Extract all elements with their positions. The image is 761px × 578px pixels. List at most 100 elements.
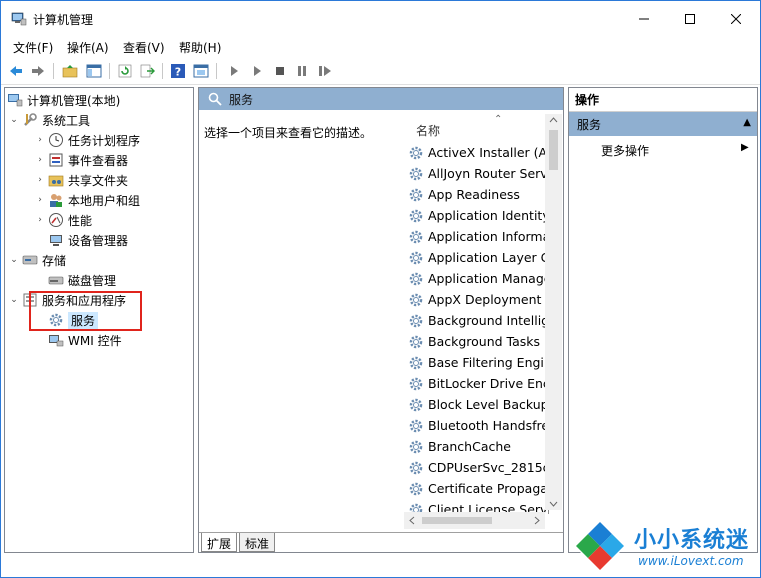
chevron-down-icon[interactable]: ⌄	[9, 295, 19, 305]
tree-item-task-scheduler[interactable]: › 任务计划程序	[35, 131, 140, 149]
console-tree-icon	[86, 64, 102, 78]
folder-up-icon	[62, 65, 78, 78]
gear-icon	[409, 398, 423, 411]
service-name: Application Information	[428, 229, 549, 244]
column-header-name[interactable]: 名称	[416, 122, 440, 139]
title-bar: 计算机管理	[1, 1, 760, 37]
back-button[interactable]	[7, 62, 25, 80]
service-name: Block Level Backup Engine Service	[428, 397, 549, 412]
service-row[interactable]: Base Filtering Engine	[408, 352, 549, 373]
forward-button[interactable]	[29, 62, 47, 80]
chevron-down-icon[interactable]: ⌄	[9, 255, 19, 265]
tab-extended[interactable]: 扩展	[201, 533, 238, 552]
tree-item-shared-folders[interactable]: › 共享文件夹	[35, 171, 128, 189]
horizontal-scrollbar[interactable]	[404, 512, 545, 529]
service-name: AllJoyn Router Service	[428, 166, 549, 181]
service-row[interactable]: Application Management	[408, 268, 549, 289]
scroll-thumb[interactable]	[549, 130, 558, 170]
chevron-right-icon[interactable]: ›	[35, 175, 45, 185]
scroll-thumb[interactable]	[422, 517, 492, 524]
menu-file[interactable]: 文件(F)	[13, 39, 53, 56]
shared-folder-icon	[48, 175, 64, 187]
service-row[interactable]: Background Intelligent Transfer Service	[408, 310, 549, 331]
service-row[interactable]: BitLocker Drive Encryption Service	[408, 373, 549, 394]
menu-help[interactable]: 帮助(H)	[179, 39, 221, 56]
export-list-button[interactable]	[138, 62, 156, 80]
stop-icon	[276, 67, 284, 75]
start-service-button[interactable]	[225, 62, 243, 80]
scroll-right-icon[interactable]	[531, 512, 543, 529]
pause-service-button[interactable]	[293, 62, 311, 80]
service-name: App Readiness	[428, 187, 520, 202]
play-icon	[254, 66, 261, 76]
tree-root[interactable]: 计算机管理(本地)	[7, 91, 120, 109]
chevron-right-icon[interactable]: ›	[35, 215, 45, 225]
gear-icon	[409, 377, 423, 390]
tab-standard[interactable]: 标准	[239, 533, 276, 552]
service-row[interactable]: Block Level Backup Engine Service	[408, 394, 549, 415]
service-row[interactable]: AppX Deployment Service (AppXSVC)	[408, 289, 549, 310]
show-hide-tree-button[interactable]	[85, 62, 103, 80]
pane-header: 服务	[199, 88, 563, 110]
tree-item-local-users[interactable]: › 本地用户和组	[35, 191, 140, 209]
chevron-right-icon[interactable]: ›	[35, 195, 45, 205]
actions-section-services[interactable]: 服务 ▲	[569, 112, 757, 136]
menu-action[interactable]: 操作(A)	[67, 39, 109, 56]
service-name: Bluetooth Handsfree Service	[428, 418, 549, 433]
service-row[interactable]: AllJoyn Router Service	[408, 163, 549, 184]
more-actions-item[interactable]: 更多操作	[601, 142, 649, 159]
submenu-arrow-icon[interactable]: ▶	[741, 142, 749, 153]
tree-item-performance[interactable]: › 性能	[35, 211, 92, 229]
service-row[interactable]: CDPUserSvc_2815c	[408, 457, 549, 478]
tree-item-device-manager[interactable]: 设备管理器	[48, 231, 128, 249]
vertical-scrollbar[interactable]	[545, 114, 562, 510]
scroll-down-icon[interactable]	[545, 498, 562, 510]
properties-button[interactable]	[192, 62, 210, 80]
service-row[interactable]: Application Identity	[408, 205, 549, 226]
refresh-icon	[118, 64, 132, 78]
services-pane: 服务 选择一个项目来查看它的描述。 ⌃ 名称 ActiveX Installer…	[198, 87, 564, 553]
clock-icon	[49, 133, 63, 147]
service-name: Background Intelligent Transfer Service	[428, 313, 549, 328]
tree-item-label: 共享文件夹	[68, 173, 129, 188]
service-row[interactable]: App Readiness	[408, 184, 549, 205]
menu-view[interactable]: 查看(V)	[123, 39, 165, 56]
service-row[interactable]: BranchCache	[408, 436, 549, 457]
service-row[interactable]: Application Layer Gateway Service	[408, 247, 549, 268]
console-tree: 计算机管理(本地) ⌄ 系统工具 › 任务计划程序 › 事件查看器 › 共享文件…	[4, 87, 194, 553]
service-row[interactable]: Background Tasks Infrastructure Service	[408, 331, 549, 352]
close-button[interactable]	[713, 1, 759, 37]
tree-item-disk-management[interactable]: 磁盘管理	[48, 271, 116, 289]
restart-service-button[interactable]	[316, 62, 334, 80]
tree-item-storage[interactable]: ⌄ 存储	[9, 251, 66, 269]
service-row[interactable]: Certificate Propagation	[408, 478, 549, 499]
computer-management-icon	[8, 94, 23, 107]
stop-service-button[interactable]	[271, 62, 289, 80]
service-name: Background Tasks Infrastructure Service	[428, 334, 549, 349]
restart-icon	[319, 66, 331, 76]
gear-icon	[409, 167, 423, 180]
gear-icon	[409, 419, 423, 432]
minimize-button[interactable]	[621, 1, 667, 37]
scroll-up-icon[interactable]	[545, 114, 562, 126]
collapse-up-icon[interactable]: ▲	[743, 117, 751, 128]
tree-item-system-tools[interactable]: ⌄ 系统工具	[9, 111, 90, 129]
tree-item-label: 任务计划程序	[68, 133, 141, 148]
chevron-right-icon[interactable]: ›	[35, 155, 45, 165]
scroll-left-icon[interactable]	[406, 512, 418, 529]
start-service-alt-button[interactable]	[248, 62, 266, 80]
service-row[interactable]: Application Information	[408, 226, 549, 247]
play-icon	[231, 66, 238, 76]
tree-item-event-viewer[interactable]: › 事件查看器	[35, 151, 128, 169]
service-row[interactable]: ActiveX Installer (AxInstSV)	[408, 142, 549, 163]
chevron-right-icon[interactable]: ›	[35, 135, 45, 145]
help-button[interactable]: ?	[169, 62, 187, 80]
chevron-down-icon[interactable]: ⌄	[9, 115, 19, 125]
sort-ascending-icon[interactable]: ⌃	[494, 114, 502, 125]
tree-item-wmi[interactable]: WMI 控件	[48, 331, 122, 349]
actions-section-label: 服务	[577, 117, 602, 132]
refresh-button[interactable]	[116, 62, 134, 80]
maximize-button[interactable]	[667, 1, 713, 37]
up-level-button[interactable]	[61, 62, 79, 80]
service-row[interactable]: Bluetooth Handsfree Service	[408, 415, 549, 436]
